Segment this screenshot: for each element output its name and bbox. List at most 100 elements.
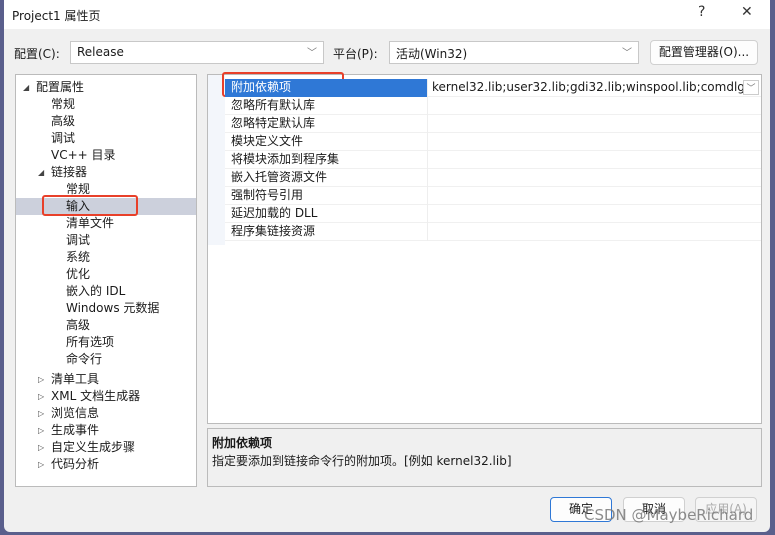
tree-item[interactable]: 所有选项 — [16, 334, 196, 351]
tree-item-label: 自定义生成步骤 — [51, 440, 136, 454]
title-bar: Project1 属性页 ? ✕ — [4, 0, 770, 29]
tree-item[interactable]: ◢ 链接器 — [16, 164, 196, 181]
property-value[interactable] — [428, 151, 761, 169]
close-button[interactable]: ✕ — [741, 4, 753, 20]
property-name: 程序集链接资源 — [225, 223, 428, 241]
property-row[interactable]: 强制符号引用 — [225, 187, 761, 205]
tree-item-label: VC++ 目录 — [51, 148, 116, 162]
tree-item-label: 优化 — [66, 267, 91, 281]
description-title: 附加依赖项 — [212, 436, 273, 450]
tree-item[interactable]: ▷ 生成事件 — [16, 422, 196, 439]
tree-item[interactable]: Windows 元数据 — [16, 300, 196, 317]
tree-item[interactable]: 清单文件 — [16, 215, 196, 232]
collapsed-arrow-icon[interactable]: ▷ — [38, 422, 44, 439]
property-name: 忽略所有默认库 — [225, 97, 428, 115]
collapsed-arrow-icon[interactable]: ▷ — [38, 456, 44, 473]
chevron-down-icon: ﹀ — [307, 48, 317, 59]
tree-item-label: 调试 — [66, 233, 91, 247]
tree-item-label: 配置属性 — [36, 80, 85, 94]
tree-item-label: 系统 — [66, 250, 91, 264]
description-panel: 附加依赖项 指定要添加到链接命令行的附加项。[例如 kernel32.lib] — [207, 428, 762, 487]
property-value[interactable] — [428, 205, 761, 223]
watermark: CSDN @MaybeRichard — [584, 506, 754, 524]
collapsed-arrow-icon[interactable]: ▷ — [38, 371, 44, 388]
property-value[interactable] — [428, 133, 761, 151]
platform-dropdown[interactable]: 活动(Win32) ﹀ — [389, 41, 639, 64]
tree-item-label: 高级 — [51, 114, 76, 128]
property-name: 忽略特定默认库 — [225, 115, 428, 133]
collapsed-arrow-icon[interactable]: ▷ — [38, 388, 44, 405]
tree-item[interactable]: 调试 — [16, 130, 196, 147]
config-dropdown[interactable]: Release ﹀ — [70, 41, 324, 64]
property-name: 模块定义文件 — [225, 133, 428, 151]
tree-item[interactable]: 调试 — [16, 232, 196, 249]
tree-item[interactable]: 命令行 — [16, 351, 196, 368]
highlight-box — [42, 195, 138, 216]
property-name: 附加依赖项 — [225, 79, 428, 97]
tree-item[interactable]: 系统 — [16, 249, 196, 266]
chevron-down-icon: ﹀ — [622, 48, 632, 59]
property-value[interactable] — [428, 115, 761, 133]
property-name: 将模块添加到程序集 — [225, 151, 428, 169]
property-row[interactable]: 延迟加载的 DLL — [225, 205, 761, 223]
tree-item[interactable]: ▷ 清单工具 — [16, 371, 196, 388]
tree-item-label: Windows 元数据 — [66, 301, 160, 315]
property-pages-dialog: Project1 属性页 ? ✕ 配置(C): Release ﹀ 平台(P):… — [4, 0, 770, 532]
chevron-down-icon[interactable]: ﹀ — [743, 80, 759, 95]
config-value: Release — [77, 45, 124, 59]
tree-item-label: 调试 — [51, 131, 76, 145]
tree-item-label: 命令行 — [66, 352, 103, 366]
config-manager-button[interactable]: 配置管理器(O)... — [650, 40, 758, 65]
tree-item-label: XML 文档生成器 — [51, 389, 141, 403]
property-name: 嵌入托管资源文件 — [225, 169, 428, 187]
tree-item-label: 链接器 — [51, 165, 88, 179]
expanded-arrow-icon[interactable]: ◢ — [38, 164, 44, 181]
tree-item-label: 代码分析 — [51, 457, 100, 471]
collapsed-arrow-icon[interactable]: ▷ — [38, 439, 44, 456]
tree-item[interactable]: ▷ 浏览信息 — [16, 405, 196, 422]
platform-value: 活动(Win32) — [396, 47, 468, 61]
tree-item[interactable]: ▷ 代码分析 — [16, 456, 196, 473]
tree-item-label: 生成事件 — [51, 423, 100, 437]
property-grid[interactable]: 附加依赖项 kernel32.lib;user32.lib;gdi32.lib;w… — [207, 72, 762, 424]
config-label: 配置(C): — [14, 47, 60, 61]
property-value[interactable] — [428, 187, 761, 205]
collapsed-arrow-icon[interactable]: ▷ — [38, 405, 44, 422]
tree-item[interactable]: ▷ 自定义生成步骤 — [16, 439, 196, 456]
tree-item-label: 浏览信息 — [51, 406, 100, 420]
tree-item[interactable]: ▷ XML 文档生成器 — [16, 388, 196, 405]
property-row[interactable]: 嵌入托管资源文件 — [225, 169, 761, 187]
grid-gutter — [208, 75, 225, 245]
tree-item[interactable]: 嵌入的 IDL — [16, 283, 196, 300]
tree-item[interactable]: VC++ 目录 — [16, 147, 196, 164]
tree-item-label: 清单文件 — [66, 216, 115, 230]
property-row[interactable]: 模块定义文件 — [225, 133, 761, 151]
description-text: 指定要添加到链接命令行的附加项。[例如 kernel32.lib] — [212, 454, 512, 468]
property-name: 延迟加载的 DLL — [225, 205, 428, 223]
property-row[interactable]: 程序集链接资源 — [225, 223, 761, 241]
tree-item-label: 嵌入的 IDL — [66, 284, 126, 298]
property-row[interactable]: 忽略所有默认库 — [225, 97, 761, 115]
tree-item-label: 常规 — [51, 97, 76, 111]
property-value[interactable] — [428, 169, 761, 187]
property-name: 强制符号引用 — [225, 187, 428, 205]
property-value[interactable] — [428, 97, 761, 115]
property-value[interactable]: kernel32.lib;user32.lib;gdi32.lib;winspo… — [428, 79, 761, 97]
expanded-arrow-icon[interactable]: ◢ — [23, 79, 29, 96]
property-row[interactable]: 忽略特定默认库 — [225, 115, 761, 133]
tree-item[interactable]: ◢ 配置属性 — [16, 79, 196, 96]
tree-item[interactable]: 优化 — [16, 266, 196, 283]
property-row[interactable]: 将模块添加到程序集 — [225, 151, 761, 169]
help-button[interactable]: ? — [698, 4, 705, 20]
platform-label: 平台(P): — [333, 47, 378, 61]
tree-item[interactable]: 常规 — [16, 96, 196, 113]
tree-item[interactable]: 高级 — [16, 317, 196, 334]
tree-item-label: 清单工具 — [51, 372, 100, 386]
tree-item-label: 高级 — [66, 318, 91, 332]
tree-item[interactable]: 高级 — [16, 113, 196, 130]
tree-item-label: 所有选项 — [66, 335, 115, 349]
property-value[interactable] — [428, 223, 761, 241]
property-row[interactable]: 附加依赖项 kernel32.lib;user32.lib;gdi32.lib;w… — [225, 79, 761, 97]
property-tree[interactable]: ◢ 配置属性 常规 高级 调试 VC++ 目录 ◢ 链接器 常规 输入 清单文件 调试 系统 优化 嵌入的 … — [15, 74, 197, 487]
window-title: Project1 属性页 — [12, 9, 101, 23]
